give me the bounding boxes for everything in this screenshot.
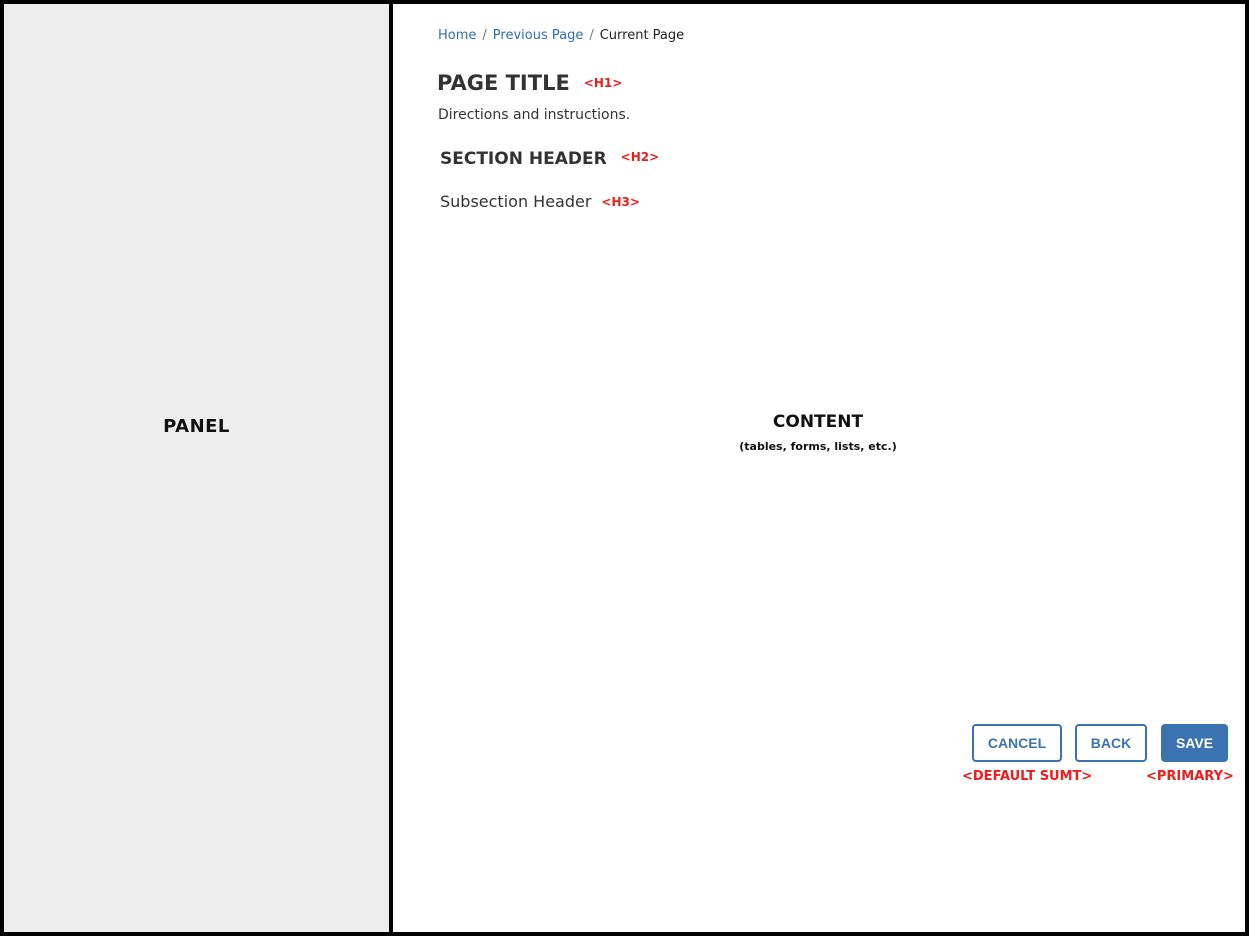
back-button[interactable]: BACK — [1075, 724, 1147, 762]
content-sublabel: (tables, forms, lists, etc.) — [739, 440, 897, 453]
default-submit-annotation: <DEFAULT SUMT> — [962, 769, 1093, 784]
content-label: CONTENT — [772, 412, 864, 432]
primary-annotation: <PRIMARY> — [1146, 769, 1234, 784]
side-panel: PANEL — [4, 4, 393, 932]
cancel-button[interactable]: CANCEL — [972, 724, 1062, 762]
panel-label: PANEL — [163, 416, 230, 437]
main-area: Home / Previous Page / Current Page PAGE TIT… — [393, 4, 1245, 932]
content-area: CONTENT (tables, forms, lists, etc.) — [392, 4, 1244, 932]
save-button[interactable]: SAVE — [1161, 724, 1228, 762]
app-frame: PANEL Home / Previous Page / Current Page PA… — [0, 0, 1249, 936]
